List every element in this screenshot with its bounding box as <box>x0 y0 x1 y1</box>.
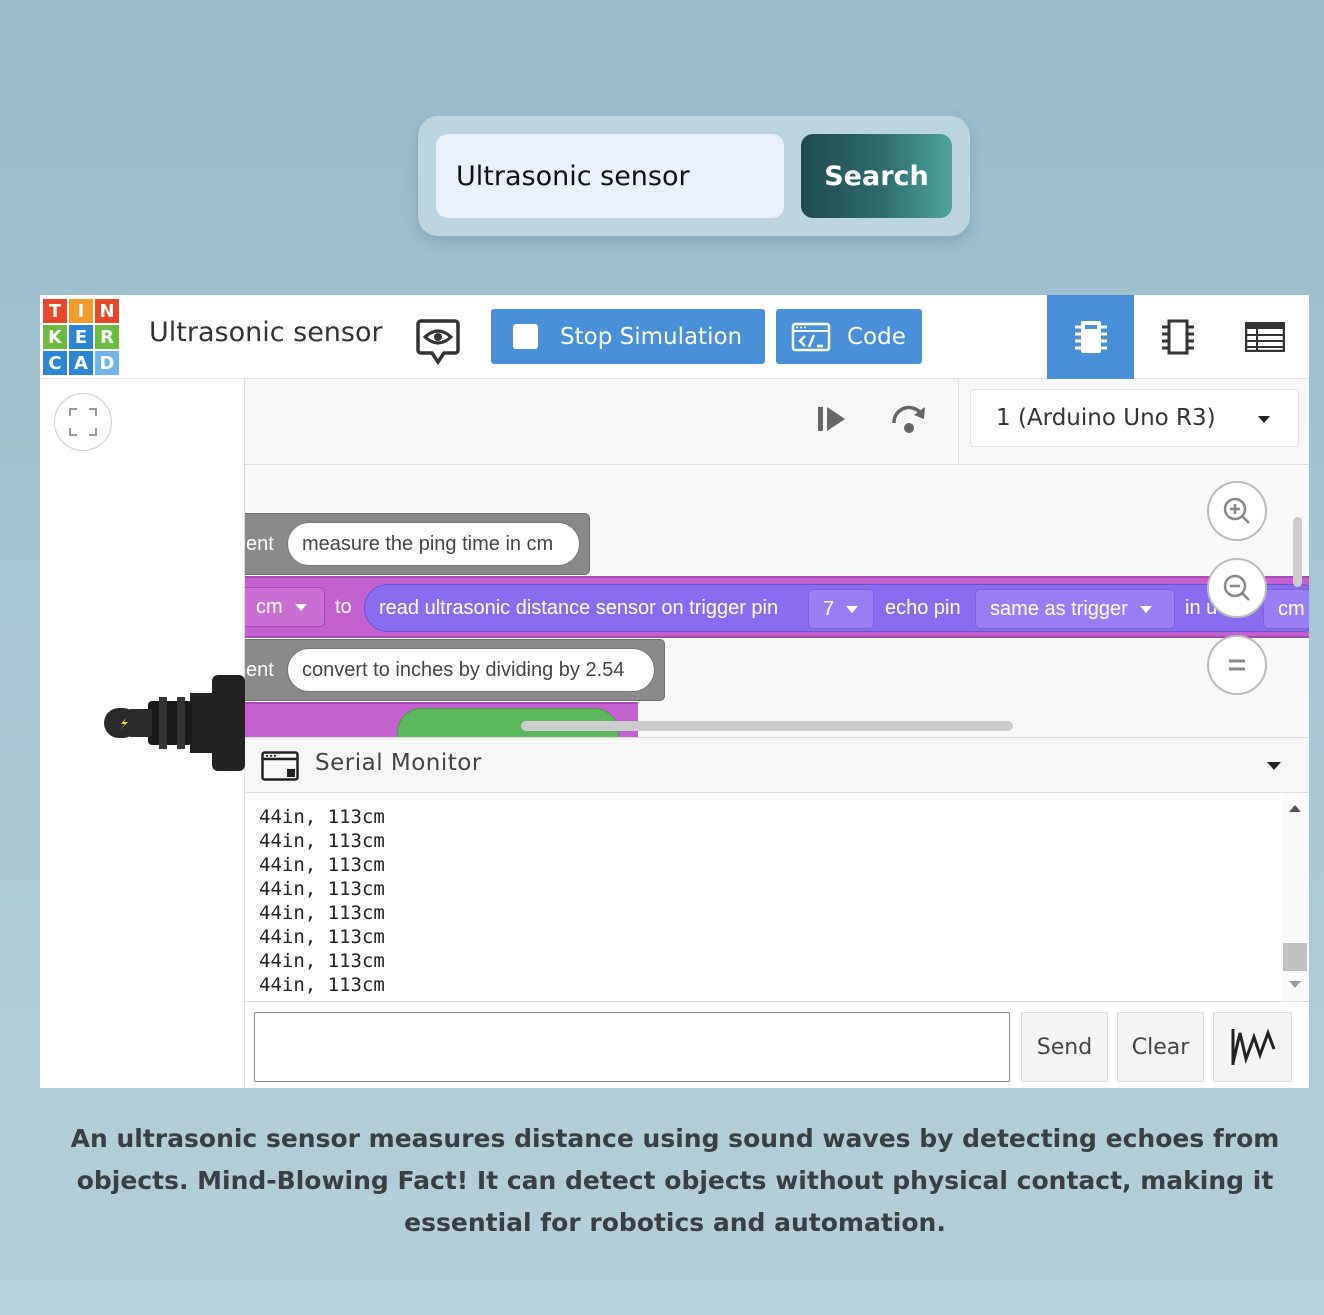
trigger-pin-value: 7 <box>823 597 835 620</box>
serial-line: 44in, 113cm <box>259 854 385 876</box>
code-button[interactable]: Code <box>776 309 922 364</box>
code-toolbar: 1 (Arduino Uno R3) <box>245 379 1309 465</box>
scroll-up-icon[interactable] <box>1289 805 1301 812</box>
serial-line-cut <box>259 795 385 805</box>
send-button[interactable]: Send <box>1021 1012 1108 1082</box>
logo-letter: D <box>95 351 119 375</box>
serial-line: 44in, 113cm <box>259 926 385 948</box>
logo-letter: T <box>43 299 67 323</box>
serial-monitor-title: Serial Monitor <box>315 750 482 776</box>
search-input[interactable] <box>436 134 784 218</box>
comment-text: convert to inches by dividing by 2.54 <box>302 658 625 681</box>
chevron-down-icon <box>294 603 307 611</box>
ultrasonic-sensor-icon[interactable] <box>104 675 245 771</box>
comment-text-field[interactable]: measure the ping time in cm <box>287 522 580 566</box>
logo-letter: N <box>95 299 119 323</box>
tinkercad-app: T I N K E R C A D Ultrasonic sensor Stop… <box>40 295 1309 1088</box>
code-label: Code <box>847 323 906 350</box>
echo-pin-dropdown[interactable]: same as trigger <box>975 589 1175 629</box>
trigger-pin-dropdown[interactable]: 7 <box>808 589 874 629</box>
serial-output: 44in, 113cm 44in, 113cm 44in, 113cm 44in, 1… <box>245 793 1309 1001</box>
chevron-down-icon <box>1139 605 1152 613</box>
comment-block[interactable]: ent convert to inches by dividing by 2.5… <box>245 639 665 701</box>
clear-button[interactable]: Clear <box>1117 1012 1204 1082</box>
circuit-view-panel[interactable] <box>40 379 245 1088</box>
toolbar-divider <box>958 379 959 465</box>
stop-simulation-button[interactable]: Stop Simulation <box>491 309 765 364</box>
comment-block[interactable]: ent measure the ping time in cm <box>245 513 590 575</box>
top-bar: T I N K E R C A D Ultrasonic sensor Stop… <box>40 295 1309 379</box>
serial-input[interactable] <box>254 1012 1010 1082</box>
logo-letter: E <box>69 325 93 349</box>
echo-pin-label: echo pin <box>885 597 961 619</box>
stop-icon <box>513 324 538 349</box>
units-value: cm <box>1278 597 1305 620</box>
comment-text-field[interactable]: convert to inches by dividing by 2.54 <box>287 648 655 692</box>
stop-simulation-label: Stop Simulation <box>560 323 743 350</box>
project-title[interactable]: Ultrasonic sensor <box>149 317 383 348</box>
serial-scrollbar[interactable] <box>1281 793 1309 1001</box>
chevron-down-icon[interactable] <box>1267 762 1281 770</box>
schematic-tab-icon[interactable] <box>1134 295 1221 379</box>
blocks-workspace[interactable]: ent measure the ping time in cm cm to re… <box>245 465 1309 737</box>
serial-output-lines: 44in, 113cm 44in, 113cm 44in, 113cm 44in, 1… <box>259 795 385 997</box>
serial-line: 44in, 113cm <box>259 902 385 924</box>
caption-text: An ultrasonic sensor measures distance u… <box>70 1124 1280 1237</box>
horizontal-scrollbar[interactable] <box>521 721 1013 731</box>
zoom-out-icon[interactable] <box>1207 558 1267 618</box>
zoom-reset-icon[interactable] <box>1207 635 1267 695</box>
scroll-down-icon[interactable] <box>1289 981 1301 988</box>
read-ultrasonic-block[interactable]: read ultrasonic distance sensor on trigg… <box>364 584 1309 632</box>
step-play-icon[interactable] <box>812 399 852 439</box>
terminal-icon <box>261 751 299 781</box>
serial-input-bar: Send Clear <box>245 1001 1309 1088</box>
logo-letter: K <box>43 325 67 349</box>
fit-view-icon[interactable] <box>54 393 112 451</box>
chevron-down-icon <box>1258 416 1270 423</box>
variable-name: cm <box>256 595 283 618</box>
scroll-thumb[interactable] <box>1283 943 1307 971</box>
serial-line: 44in, 113cm <box>259 878 385 900</box>
device-select[interactable]: 1 (Arduino Uno R3) <box>970 389 1299 447</box>
echo-pin-value: same as trigger <box>990 597 1128 620</box>
search-bar: Search <box>418 116 970 236</box>
vertical-scrollbar[interactable] <box>1293 517 1302 587</box>
eye-icon[interactable] <box>416 317 460 366</box>
comment-text: measure the ping time in cm <box>302 532 554 555</box>
units-dropdown[interactable]: cm <box>1263 589 1309 629</box>
code-icon <box>791 322 831 351</box>
serial-line: 44in, 113cm <box>259 974 385 996</box>
logo-letter: I <box>69 299 93 323</box>
logo-letter: A <box>69 351 93 375</box>
breadboard-tab-icon[interactable] <box>1047 295 1134 379</box>
zoom-in-icon[interactable] <box>1207 481 1267 541</box>
set-variable-block[interactable]: cm to read ultrasonic distance sensor on… <box>245 576 1309 638</box>
set-variable-block-partial[interactable] <box>245 702 638 737</box>
device-select-value: 1 (Arduino Uno R3) <box>996 405 1216 431</box>
search-button[interactable]: Search <box>801 134 952 218</box>
serial-monitor-header[interactable]: Serial Monitor <box>245 737 1309 793</box>
logo-letter: R <box>95 325 119 349</box>
comment-block-label: ent <box>246 659 274 681</box>
component-list-tab-icon[interactable] <box>1221 295 1308 379</box>
to-label: to <box>335 596 352 618</box>
variable-dropdown[interactable]: cm <box>245 587 325 627</box>
chevron-down-icon <box>846 605 859 613</box>
step-over-icon[interactable] <box>889 399 929 439</box>
serial-line: 44in, 113cm <box>259 950 385 972</box>
serial-line: 44in, 113cm <box>259 806 385 828</box>
read-ultrasonic-label: read ultrasonic distance sensor on trigg… <box>379 597 779 619</box>
graph-icon[interactable] <box>1213 1012 1292 1082</box>
serial-line: 44in, 113cm <box>259 830 385 852</box>
comment-block-label: ent <box>246 533 274 555</box>
logo-letter: C <box>43 351 67 375</box>
tinkercad-logo[interactable]: T I N K E R C A D <box>43 299 121 375</box>
